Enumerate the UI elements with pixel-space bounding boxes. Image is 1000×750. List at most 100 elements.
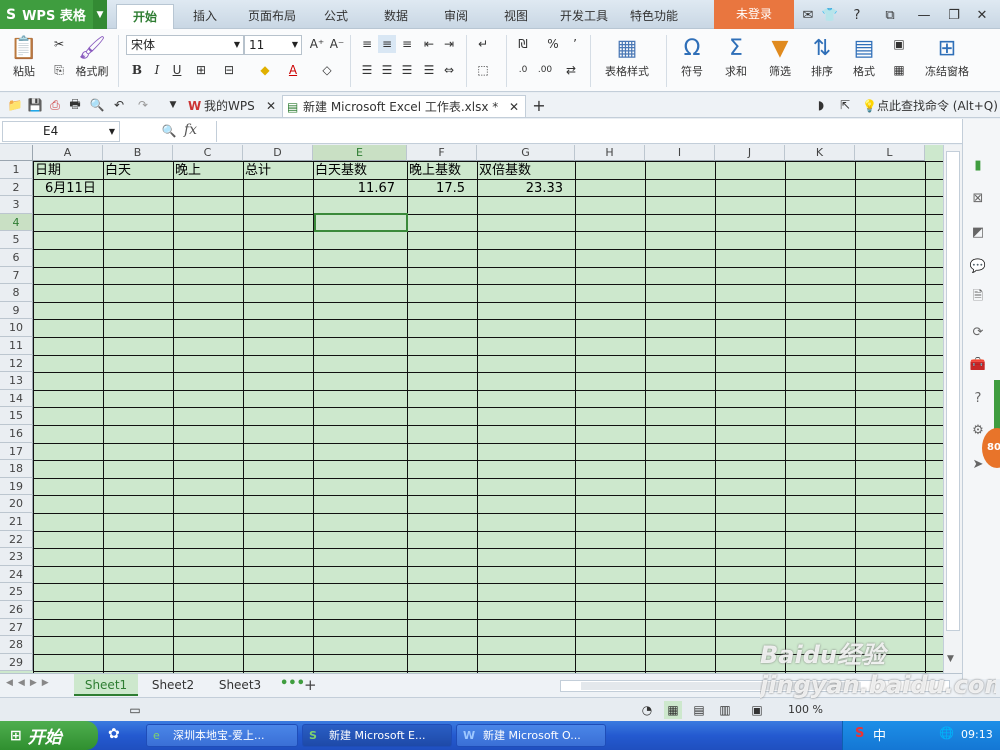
decrease-font-icon[interactable]: A⁻ — [328, 35, 346, 53]
macro-icon[interactable]: ▭ — [126, 701, 144, 719]
app-menu-button[interactable]: S WPS 表格 ▼ — [0, 0, 107, 29]
align-left-icon[interactable]: ☰ — [358, 61, 376, 79]
help-icon[interactable]: ? — [846, 5, 868, 25]
row-header-21[interactable]: 21 — [0, 513, 33, 531]
sum-button[interactable]: Σ 求和 — [716, 33, 756, 88]
row-header-9[interactable]: 9 — [0, 301, 33, 320]
cell-e1[interactable]: 白天基数 — [313, 162, 407, 180]
row-header-19[interactable]: 19 — [0, 477, 33, 496]
backup-icon[interactable]: ⟳ — [968, 322, 988, 342]
folder-icon[interactable]: 📁 — [6, 96, 24, 114]
tab-developer[interactable]: 开发工具 — [552, 4, 616, 29]
sogou-icon[interactable]: S — [855, 726, 864, 741]
tab-data[interactable]: 数据 — [374, 4, 418, 29]
row-header-26[interactable]: 26 — [0, 601, 33, 619]
cell-b1[interactable]: 白天 — [103, 162, 173, 180]
column-header-d[interactable]: D — [243, 145, 313, 161]
cell-a2[interactable]: 6月11日 — [33, 180, 103, 198]
row-header-16[interactable]: 16 — [0, 425, 33, 443]
tab-view[interactable]: 视图 — [494, 4, 538, 29]
chevron-down-icon[interactable]: ▼ — [164, 96, 182, 114]
column-header-l[interactable]: L — [855, 145, 925, 161]
mail-icon[interactable]: ✉ — [798, 5, 818, 25]
row-header-29[interactable]: 29 — [0, 653, 33, 672]
border-icon[interactable]: ⊞ — [192, 61, 210, 79]
row-header-2[interactable]: 2 — [0, 178, 33, 197]
shape-icon[interactable]: ◩ — [968, 222, 988, 242]
tab-my-wps[interactable]: W 我的WPS ✕ — [184, 95, 280, 117]
number-format-icon[interactable]: ₪ — [514, 35, 532, 53]
comment-icon[interactable]: 💬 — [968, 256, 988, 276]
column-header-g[interactable]: G — [477, 145, 575, 161]
close-icon[interactable]: ✕ — [972, 5, 992, 25]
minimize-icon[interactable]: — — [914, 5, 934, 25]
login-button[interactable]: 未登录 — [714, 0, 794, 29]
cut-icon[interactable]: ✂ — [50, 35, 68, 53]
column-header-f[interactable]: F — [407, 145, 477, 161]
tab-workbook[interactable]: ▤ 新建 Microsoft Excel 工作表.xlsx * ✕ — [282, 95, 526, 117]
ime-indicator[interactable]: 中 — [873, 725, 886, 744]
cell-f2[interactable]: 17.5 — [407, 180, 477, 198]
spreadsheet-grid[interactable]: ABCDEFGHIJKL 1 2 3 4 5 6 7 8 9 10 11 12 13 14 15 16 17 18… — [0, 145, 943, 673]
add-sheet-icon[interactable]: + — [304, 676, 317, 694]
indent-decrease-icon[interactable]: ⇤ — [420, 35, 438, 53]
taskbar-browser[interactable]: e 深圳本地宝-爱上... — [146, 724, 298, 747]
taskbar-excel[interactable]: S 新建 Microsoft E... — [302, 724, 452, 747]
column-header-k[interactable]: K — [785, 145, 855, 161]
tab-formulas[interactable]: 公式 — [314, 4, 358, 29]
pdf-icon[interactable]: ⎙ — [46, 96, 64, 114]
clear-format-icon[interactable]: ◇ — [318, 61, 336, 79]
comma-style-icon[interactable]: ’ — [566, 35, 584, 53]
row-header-24[interactable]: 24 — [0, 565, 33, 584]
chevron-down-icon[interactable]: ▼ — [93, 0, 107, 29]
row-header-25[interactable]: 25 — [0, 583, 33, 601]
cell-a1[interactable]: 日期 — [33, 162, 103, 180]
row-header-7[interactable]: 7 — [0, 266, 33, 285]
format-painter-button[interactable]: 🖌 格式刷 — [72, 33, 112, 88]
start-button[interactable]: ⊞ 开始 — [0, 721, 98, 750]
restore-icon[interactable]: ⧉ — [880, 5, 900, 25]
active-cell-e4[interactable] — [314, 213, 408, 232]
row-header-27[interactable]: 27 — [0, 618, 33, 637]
align-center-icon[interactable]: ☰ — [378, 61, 396, 79]
column-header-i[interactable]: I — [645, 145, 715, 161]
align-middle-icon[interactable]: ≡ — [378, 35, 396, 53]
italic-icon[interactable]: I — [148, 61, 166, 79]
document-icon[interactable]: 🗎 — [968, 288, 988, 308]
tab-home[interactable]: 开始 — [116, 4, 174, 29]
maximize-icon[interactable]: ❐ — [944, 5, 964, 25]
font-color-icon[interactable]: A — [284, 61, 302, 79]
sheet-tab-2[interactable]: Sheet2 — [140, 674, 206, 696]
justify-icon[interactable]: ☰ — [420, 61, 438, 79]
tab-special-features[interactable]: 特色功能 — [622, 4, 686, 29]
row-header-23[interactable]: 23 — [0, 548, 33, 566]
cell-g1[interactable]: 双倍基数 — [477, 162, 575, 180]
row-header-22[interactable]: 22 — [0, 530, 33, 549]
wrap-text-icon[interactable]: ↵ — [474, 35, 492, 53]
cell-f1[interactable]: 晚上基数 — [407, 162, 477, 180]
increase-decimal-icon[interactable]: .0 — [514, 61, 532, 79]
toolbox-icon[interactable]: 🧰 — [968, 354, 988, 374]
column-header-c[interactable]: C — [173, 145, 243, 161]
convert-icon[interactable]: ⇄ — [562, 61, 580, 79]
cell-c1[interactable]: 晚上 — [173, 162, 243, 180]
fx-button[interactable]: fx — [184, 122, 197, 138]
symbol-button[interactable]: Ω 符号 — [672, 33, 712, 88]
row-header-17[interactable]: 17 — [0, 442, 33, 461]
formula-input[interactable] — [216, 121, 960, 142]
font-name-select[interactable]: 宋体 ▼ — [126, 35, 244, 55]
align-top-icon[interactable]: ≡ — [358, 35, 376, 53]
row-header-12[interactable]: 12 — [0, 354, 33, 373]
undo-icon[interactable]: ↶ — [110, 96, 128, 114]
font-size-select[interactable]: 11 ▼ — [244, 35, 302, 55]
row-header-13[interactable]: 13 — [0, 372, 33, 390]
zoom-icon[interactable]: 🔍 — [160, 122, 178, 140]
tab-insert[interactable]: 插入 — [180, 4, 230, 29]
page-view-icon[interactable]: ▥ — [716, 701, 734, 719]
column-header-a[interactable]: A — [33, 145, 103, 161]
cell-g2[interactable]: 23.33 — [477, 180, 575, 198]
normal-view-icon[interactable]: ▦ — [664, 701, 682, 719]
network-icon[interactable]: 🌐 — [939, 726, 954, 740]
row-header-3[interactable]: 3 — [0, 196, 33, 214]
cell-e2[interactable]: 11.67 — [313, 180, 407, 198]
